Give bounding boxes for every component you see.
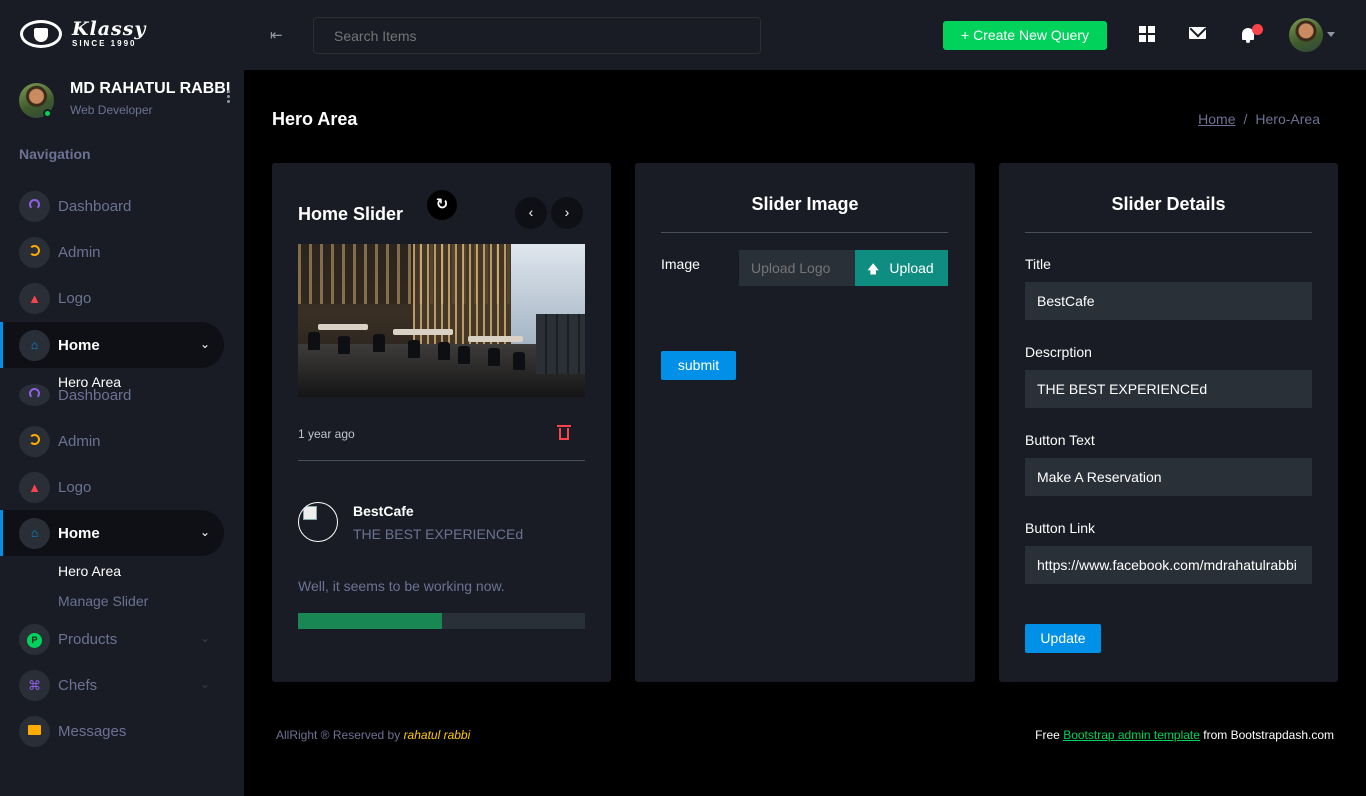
chart-icon: ▲	[19, 472, 50, 503]
brand-name: Klassy	[72, 18, 147, 40]
submit-button[interactable]: submit	[661, 351, 736, 380]
speedometer-icon	[19, 384, 50, 406]
update-button[interactable]: Update	[1025, 624, 1101, 653]
trash-icon[interactable]	[557, 424, 571, 440]
image-label: Image	[661, 256, 700, 272]
grid-icon[interactable]	[1139, 26, 1155, 42]
slider-item-description: THE BEST EXPERIENCEd	[353, 526, 524, 542]
sidebar-item-products[interactable]: P Products ⌄	[0, 616, 224, 662]
sidebar-item-admin[interactable]: Admin	[0, 229, 224, 275]
breadcrumb-current: Hero-Area	[1255, 111, 1320, 127]
playlist-icon	[19, 426, 50, 457]
button-link-label: Button Link	[1025, 520, 1096, 536]
footer-author: rahatul rabbi	[403, 728, 471, 742]
sidebar-toggle-icon[interactable]: ⇤	[270, 26, 286, 44]
chevron-down-icon: ⌄	[200, 677, 211, 691]
sidebar-sub-hero-area[interactable]: Hero Area	[58, 563, 121, 579]
divider	[298, 460, 585, 461]
title-field[interactable]: BestCafe	[1025, 282, 1312, 320]
slider-item-title: BestCafe	[353, 503, 414, 519]
chevron-down-icon: ⌄	[200, 631, 211, 645]
home-icon: ⌂	[19, 330, 50, 361]
upload-file-field[interactable]	[739, 250, 856, 286]
button-text-field[interactable]: Make A Reservation	[1025, 458, 1312, 496]
brand-since: SINCE 1990	[72, 39, 137, 48]
footer-copyright: AllRight ® Reserved by rahatul rabbi	[276, 728, 471, 742]
page-title: Hero Area	[272, 109, 358, 129]
command-icon: ⌘	[19, 670, 50, 701]
sidebar: MD RAHATUL RABBI Web Developer Navigatio…	[0, 70, 244, 796]
upload-button[interactable]: 🡅 Upload	[855, 250, 948, 286]
sidebar-item-chefs[interactable]: ⌘ Chefs ⌄	[0, 662, 224, 708]
description-field[interactable]: THE BEST EXPERIENCEd	[1025, 370, 1312, 408]
slider-image-card: Slider Image Image 🡅Upload submit	[635, 163, 975, 682]
top-navbar: Klassy SINCE 1990 ⇤ + Create New Query	[0, 0, 1366, 70]
chart-icon: ▲	[19, 283, 50, 314]
card-title: Slider Details	[1111, 194, 1226, 214]
progress-bar	[298, 613, 585, 629]
sidebar-item-home[interactable]: ⌂ Home ⌄	[0, 510, 224, 556]
card-title: Slider Image	[751, 194, 859, 214]
breadcrumb-home-link[interactable]: Home	[1198, 111, 1235, 127]
button-text-label: Button Text	[1025, 432, 1095, 448]
button-link-field[interactable]: https://www.facebook.com/mdrahatulrabbi	[1025, 546, 1312, 584]
divider	[1025, 232, 1312, 233]
create-query-button[interactable]: + Create New Query	[943, 21, 1107, 50]
playlist-icon	[19, 237, 50, 268]
divider	[661, 232, 948, 233]
caret-down-icon[interactable]	[1327, 32, 1335, 37]
sidebar-sub-manage-slider[interactable]: Manage Slider	[58, 593, 148, 609]
chevron-down-icon: ⌄	[200, 337, 211, 351]
brand-logo[interactable]: Klassy SINCE 1990	[20, 18, 150, 52]
sidebar-item-home[interactable]: ⌂ Home ⌄	[0, 322, 224, 368]
slider-details-card: Slider Details Title BestCafe Descrption…	[999, 163, 1338, 682]
mail-icon[interactable]	[1189, 27, 1206, 39]
profile-name: MD RAHATUL RABBI	[70, 80, 231, 97]
online-status-dot	[43, 109, 52, 118]
description-label: Descrption	[1025, 344, 1092, 360]
p-icon: P	[19, 624, 50, 655]
next-button[interactable]: ›	[551, 197, 583, 229]
notification-dot	[1252, 24, 1263, 35]
chevron-down-icon: ⌄	[200, 525, 211, 539]
footer-template-link[interactable]: Bootstrap admin template	[1063, 728, 1200, 742]
broken-image-icon	[298, 502, 338, 542]
user-avatar[interactable]	[1289, 18, 1323, 52]
card-title: Home Slider	[298, 204, 404, 224]
sidebar-item-logo[interactable]: ▲ Logo	[0, 275, 224, 321]
sidebar-item-dashboard[interactable]: Dashboard	[0, 372, 224, 418]
sidebar-item-admin[interactable]: Admin	[0, 418, 224, 464]
sidebar-item-logo[interactable]: ▲ Logo	[0, 464, 224, 510]
upload-icon: 🡅	[867, 262, 880, 276]
home-icon: ⌂	[19, 518, 50, 549]
breadcrumb: Home / Hero-Area	[1198, 111, 1320, 127]
nav-category: Navigation	[19, 146, 91, 162]
mail-icon	[19, 716, 50, 747]
profile-role: Web Developer	[70, 103, 153, 117]
more-vertical-icon[interactable]	[227, 90, 231, 106]
timestamp: 1 year ago	[298, 427, 355, 441]
title-label: Title	[1025, 256, 1051, 272]
sidebar-item-messages[interactable]: Messages	[0, 708, 224, 754]
footer-credit: Free Bootstrap admin template from Boots…	[1035, 728, 1334, 742]
sidebar-item-dashboard[interactable]: Dashboard	[0, 183, 224, 229]
slider-image	[298, 244, 585, 397]
home-slider-card: Home Slider ↻ ‹ › 1 year ago BestCafe TH…	[272, 163, 611, 682]
search-input[interactable]	[313, 17, 761, 54]
refresh-icon[interactable]: ↻	[427, 190, 457, 220]
progress-fill	[298, 613, 442, 629]
speedometer-icon	[19, 191, 50, 222]
previous-button[interactable]: ‹	[515, 197, 547, 229]
status-message: Well, it seems to be working now.	[298, 578, 505, 594]
